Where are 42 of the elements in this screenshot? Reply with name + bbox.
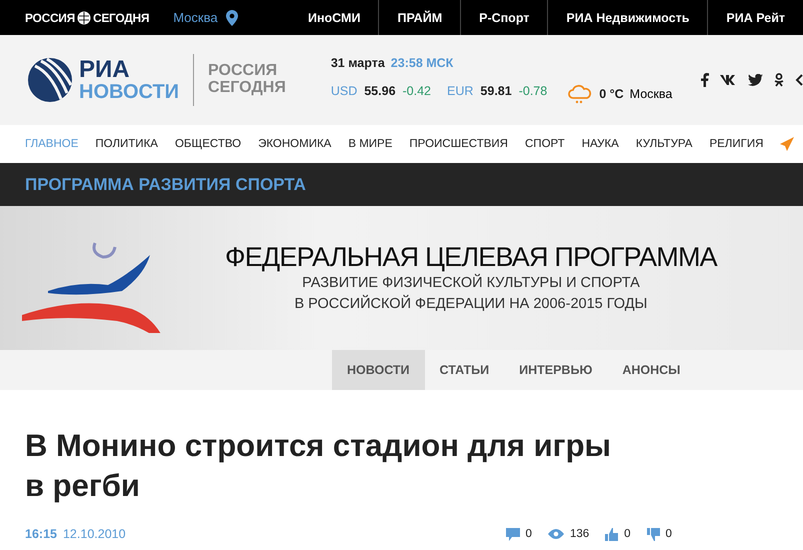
banner-title: ФЕДЕРАЛЬНАЯ ЦЕЛЕВАЯ ПРОГРАММА	[225, 242, 717, 274]
brand-text: РОССИЯ	[25, 10, 75, 24]
nav-link[interactable]: ПРОИСШЕСТВИЯ	[409, 138, 508, 150]
article-time: 16:15	[25, 527, 57, 541]
banner-subtitle: В РОССИЙСКОЙ ФЕДЕРАЦИИ НА 2006-2015 ГОДЫ	[294, 294, 648, 314]
nav-link[interactable]: ОБЩЕСТВО	[174, 138, 242, 150]
section-tab[interactable]: ИНТЕРВЬЮ	[504, 350, 608, 390]
nav-link[interactable]: В МИРЕ	[348, 138, 392, 150]
banner-subtitle: РАЗВИТИЕ ФИЗИЧЕСКОЙ КУЛЬТУРЫ И СПОРТА	[302, 273, 640, 294]
stat-count: 136	[570, 528, 590, 540]
rate-change: -0.78	[518, 84, 548, 100]
city-link[interactable]: Москва	[173, 10, 218, 25]
article-headline: В Монино строится стадион для игры в регби	[25, 427, 612, 505]
currency-code: EUR	[447, 84, 474, 100]
date-text: 31 марта	[330, 56, 385, 70]
time-text: 23:58 МСК	[390, 56, 454, 70]
partner-link[interactable]: ИноСМИ	[290, 0, 378, 35]
stat-count: 0	[526, 528, 532, 540]
nav-link[interactable]: ЭКОНОМИКА	[258, 138, 332, 150]
stat-count: 0	[624, 528, 631, 540]
nav-link[interactable]: РЕЛИГИЯ	[709, 138, 764, 150]
partner-logo-text: СЕГОДНЯ	[208, 80, 286, 97]
article-date: 12.10.2010	[62, 527, 126, 541]
section-title: ПРОГРАММА РАЗВИТИЯ СПОРТА	[25, 174, 306, 194]
nav-link[interactable]: КУЛЬТУРА	[636, 138, 692, 150]
nav-link[interactable]: СПОРТ	[525, 138, 565, 150]
nav-link[interactable]: НАУКА	[582, 138, 619, 150]
brand-text: СЕГОДНЯ	[92, 10, 150, 24]
logo-text: РИА	[79, 58, 131, 82]
partner-logo-text: РОССИЯ	[208, 63, 278, 80]
rate-change: -0.42	[402, 84, 432, 100]
nav-link[interactable]: ПОЛИТИКА	[95, 138, 158, 150]
rate-value: 59.81	[480, 84, 512, 100]
stat-count: 0	[666, 528, 672, 540]
currency-code: USD	[330, 84, 358, 100]
section-tab[interactable]: НОВОСТИ	[332, 350, 425, 390]
weather-city: Москва	[630, 87, 672, 101]
section-tab[interactable]: СТАТЬИ	[424, 350, 504, 390]
section-tab[interactable]: АНОНСЫ	[607, 350, 696, 390]
temperature-text: 0 °C	[599, 87, 624, 101]
logo-text: НОВОСТИ	[79, 82, 180, 102]
rate-value: 55.96	[364, 84, 396, 100]
